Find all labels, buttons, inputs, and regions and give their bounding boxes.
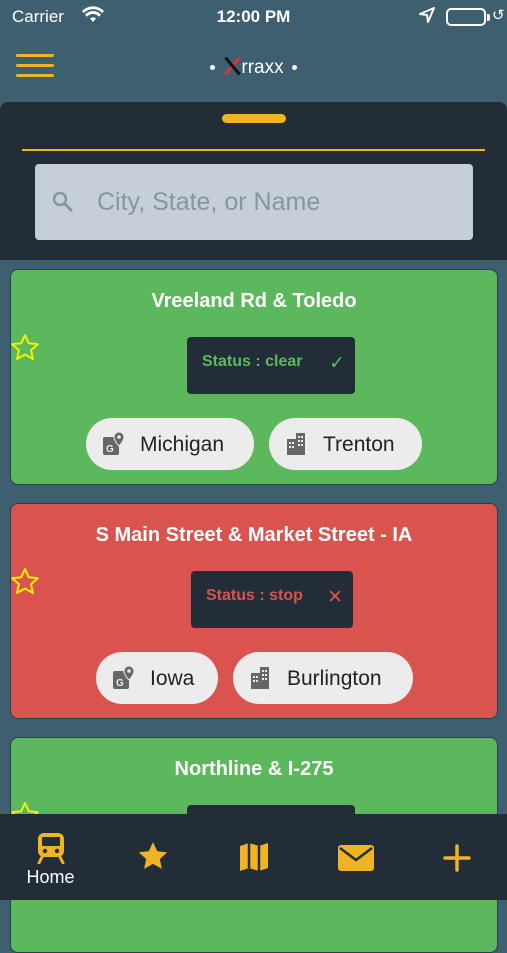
tab-bar: Home <box>0 814 507 900</box>
crossbuck-icon <box>223 56 241 76</box>
crossing-title: Vreeland Rd & Toledo <box>151 290 357 312</box>
crossing-card[interactable]: Vreeland Rd & Toledo Status : clear ✓ G … <box>10 269 498 485</box>
svg-text:G: G <box>116 678 124 689</box>
app-logo: rraxx <box>0 56 507 79</box>
drawer-handle[interactable] <box>222 114 286 123</box>
map-pin-icon: G <box>103 431 125 455</box>
state-label: Michigan <box>140 433 225 456</box>
close-icon: ✕ <box>327 587 343 608</box>
status-text: Status : clear <box>202 353 303 370</box>
check-icon: ✓ <box>329 353 345 374</box>
state-chip[interactable]: G Michigan <box>86 418 254 470</box>
battery-tip <box>487 14 490 21</box>
favorite-star-icon[interactable] <box>9 332 41 364</box>
location-arrow-icon <box>418 6 436 29</box>
tab-map[interactable] <box>203 814 304 900</box>
status-text: Status : stop <box>206 587 303 604</box>
battery-icon <box>446 8 486 26</box>
divider <box>22 149 485 151</box>
crossing-card[interactable]: S Main Street & Market Street - IA Statu… <box>10 503 498 719</box>
tab-messages[interactable] <box>305 814 406 900</box>
crossing-title: S Main Street & Market Street - IA <box>95 524 413 546</box>
city-label: Burlington <box>287 667 382 690</box>
map-icon <box>239 843 268 871</box>
tab-home-label: Home <box>26 867 75 887</box>
search-panel <box>0 102 507 260</box>
train-icon <box>37 833 64 864</box>
search-icon <box>52 191 73 212</box>
city-chip[interactable]: Trenton <box>269 418 422 470</box>
status-badge: Status : stop ✕ <box>191 571 353 628</box>
tab-add[interactable] <box>406 814 507 900</box>
search-input[interactable] <box>97 182 457 222</box>
app-name: rraxx <box>241 57 284 78</box>
crossing-title: Northline & I-275 <box>174 758 334 780</box>
city-icon <box>287 433 305 455</box>
status-bar: Carrier 12:00 PM ↺ <box>0 0 507 34</box>
svg-text:G: G <box>106 444 114 455</box>
city-icon <box>251 667 269 689</box>
state-label: Iowa <box>150 667 195 690</box>
tab-home[interactable]: Home <box>0 814 101 900</box>
city-chip[interactable]: Burlington <box>233 652 413 704</box>
status-badge: Status : clear ✓ <box>187 337 355 394</box>
charging-icon: ↺ <box>492 7 505 24</box>
star-icon <box>138 842 167 869</box>
nav-bar: rraxx <box>0 34 507 102</box>
plus-icon <box>442 844 471 872</box>
favorite-star-icon[interactable] <box>9 566 41 598</box>
tab-favorites[interactable] <box>102 814 203 900</box>
state-chip[interactable]: G Iowa <box>96 652 218 704</box>
city-label: Trenton <box>323 433 395 456</box>
map-pin-icon: G <box>113 665 135 689</box>
search-box[interactable] <box>35 164 473 240</box>
mail-icon <box>337 845 374 871</box>
